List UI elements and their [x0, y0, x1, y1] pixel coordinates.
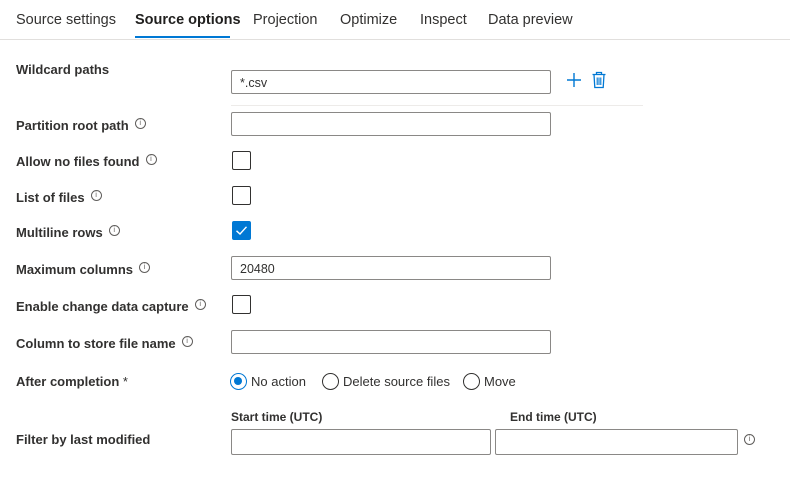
partition-root-path-label: Partition root path i: [16, 118, 146, 133]
list-of-files-label: List of files i: [16, 190, 102, 205]
enable-cdc-label: Enable change data capture i: [16, 299, 206, 314]
tab-source-settings[interactable]: Source settings: [16, 12, 116, 28]
maximum-columns-input[interactable]: 20480: [231, 256, 551, 280]
checkmark-icon: [236, 226, 248, 235]
tab-optimize[interactable]: Optimize: [340, 12, 397, 28]
radio-delete-source-files[interactable]: [322, 373, 339, 390]
plus-icon[interactable]: [566, 72, 582, 93]
active-tab-indicator: [135, 36, 230, 38]
trash-icon[interactable]: [591, 71, 607, 94]
column-file-name-label: Column to store file name i: [16, 336, 193, 351]
info-icon[interactable]: i: [744, 434, 755, 445]
end-time-label: End time (UTC): [510, 410, 597, 424]
info-icon[interactable]: i: [139, 262, 151, 273]
enable-cdc-checkbox[interactable]: [232, 295, 251, 314]
info-icon[interactable]: i: [90, 190, 102, 201]
info-icon[interactable]: i: [134, 118, 146, 129]
info-icon[interactable]: i: [145, 154, 157, 165]
radio-no-action-label[interactable]: No action: [251, 374, 306, 389]
required-mark: *: [122, 374, 128, 389]
tab-projection[interactable]: Projection: [253, 12, 317, 28]
radio-move[interactable]: [463, 373, 480, 390]
start-time-input[interactable]: [231, 429, 491, 455]
info-icon[interactable]: i: [181, 336, 193, 347]
start-time-label: Start time (UTC): [231, 410, 323, 424]
tab-data-preview[interactable]: Data preview: [488, 12, 573, 28]
filter-last-modified-label: Filter by last modified: [16, 432, 151, 447]
multiline-rows-checkbox[interactable]: [232, 221, 251, 240]
tab-inspect[interactable]: Inspect: [420, 12, 467, 28]
list-of-files-checkbox[interactable]: [232, 186, 251, 205]
multiline-rows-label: Multiline rows i: [16, 225, 120, 240]
end-time-input[interactable]: [495, 429, 738, 455]
partition-root-path-input[interactable]: [231, 112, 551, 136]
tab-source-options[interactable]: Source options: [135, 12, 241, 28]
allow-no-files-checkbox[interactable]: [232, 151, 251, 170]
tab-bar: Source settings Source options Projectio…: [0, 0, 790, 40]
radio-no-action[interactable]: [230, 373, 247, 390]
divider: [231, 105, 643, 106]
allow-no-files-label: Allow no files found i: [16, 154, 157, 169]
after-completion-label: After completion *: [16, 374, 128, 389]
column-file-name-input[interactable]: [231, 330, 551, 354]
radio-delete-source-files-label[interactable]: Delete source files: [343, 374, 450, 389]
info-icon[interactable]: i: [108, 225, 120, 236]
info-icon[interactable]: i: [194, 299, 206, 310]
radio-move-label[interactable]: Move: [484, 374, 516, 389]
wildcard-paths-input[interactable]: *.csv: [231, 70, 551, 94]
wildcard-paths-label: Wildcard paths: [16, 62, 110, 77]
maximum-columns-label: Maximum columns i: [16, 262, 151, 277]
